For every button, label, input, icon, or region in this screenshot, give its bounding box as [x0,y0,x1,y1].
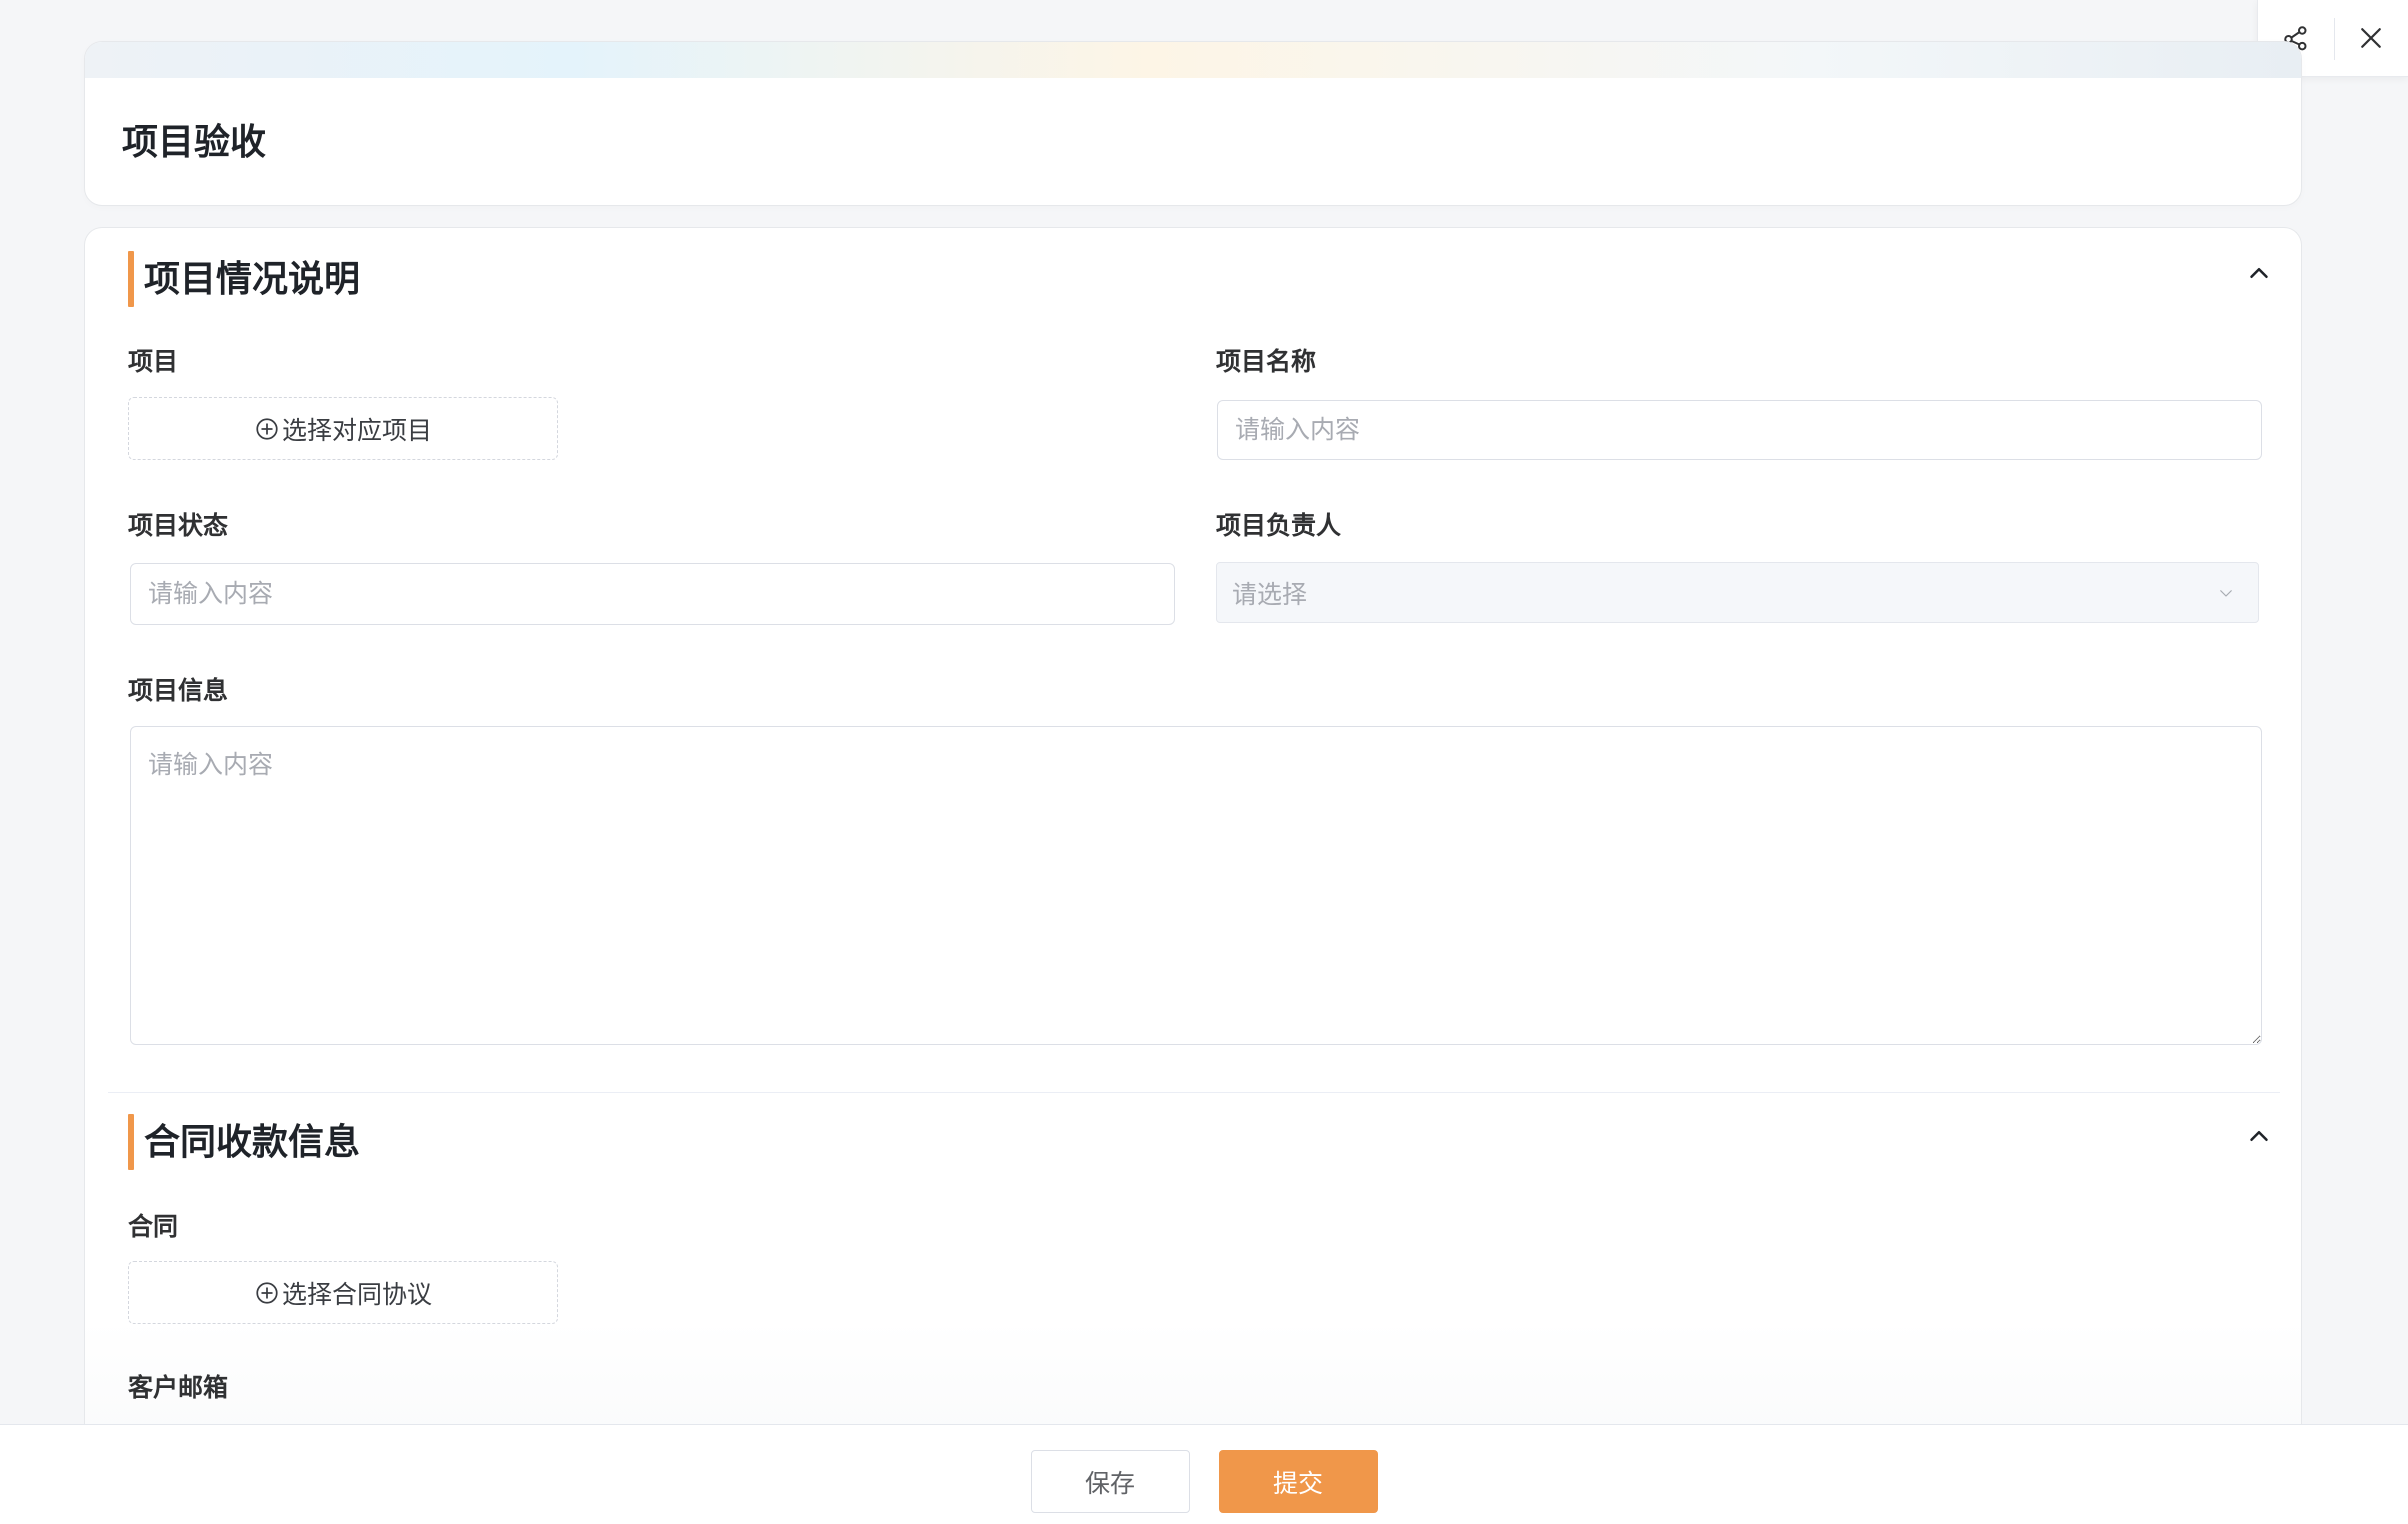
project-info-label: 项目信息 [128,677,229,705]
chevron-up-icon[interactable] [2244,258,2274,288]
section-accent-bar [128,1114,134,1170]
section-title-contract: 合同收款信息 [144,1121,361,1162]
project-label: 项目 [128,348,179,376]
save-button[interactable]: 保存 [1030,1450,1190,1513]
contract-label: 合同 [128,1213,179,1241]
plus-circle-icon [256,417,278,440]
project-status-label: 项目状态 [128,512,229,540]
project-name-label: 项目名称 [1216,348,1317,376]
toolbar-separator [2334,18,2335,60]
project-owner-select[interactable]: 请选择 [1216,562,2259,623]
chevron-down-icon [2220,589,2232,597]
section-accent-bar [128,251,134,307]
close-icon[interactable] [2356,23,2386,53]
form-card: 项目情况说明 项目 选择对应项目 项目名称 项目状态 项目负责人 请选择 项目信… [84,227,2302,1524]
page-title: 项目验收 [122,121,267,162]
chevron-up-icon[interactable] [2244,1121,2274,1151]
select-project-button[interactable]: 选择对应项目 [128,397,558,460]
section-divider [108,1092,2280,1093]
plus-circle-icon [256,1281,278,1304]
project-owner-placeholder: 请选择 [1232,580,1308,609]
customer-email-label: 客户邮箱 [128,1374,229,1402]
select-contract-label: 选择合同协议 [281,1280,432,1309]
select-project-label: 选择对应项目 [281,416,432,445]
project-name-input[interactable] [1217,400,2262,460]
select-contract-button[interactable]: 选择合同协议 [128,1261,558,1324]
footer-bar: 保存 提交 [0,1424,2408,1524]
section-title-project: 项目情况说明 [144,258,361,299]
header-gradient-strip [85,42,2301,78]
project-status-input[interactable] [130,563,1175,625]
submit-button[interactable]: 提交 [1218,1450,1378,1513]
project-owner-label: 项目负责人 [1216,512,1342,540]
header-card: 项目验收 [84,41,2302,206]
project-info-textarea[interactable] [130,726,2262,1045]
